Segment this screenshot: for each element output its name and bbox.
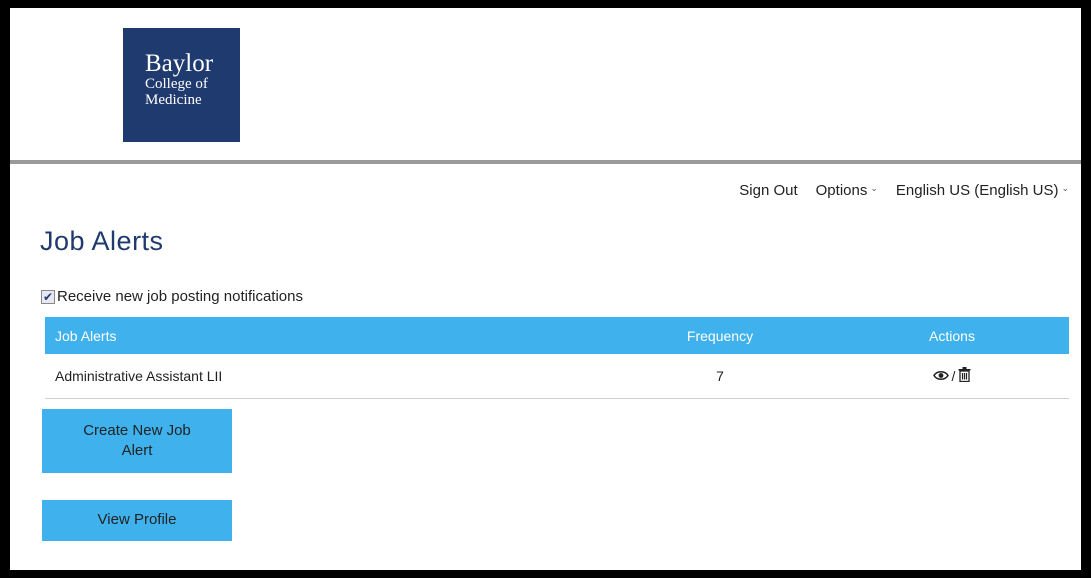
notifications-option[interactable]: ✔ Receive new job posting notifications — [41, 288, 303, 305]
create-job-alert-button[interactable]: Create New Job Alert — [42, 409, 232, 473]
logo-line-3: Medicine — [145, 92, 202, 108]
trash-icon[interactable] — [958, 367, 971, 385]
column-header-frequency: Frequency — [686, 327, 754, 344]
page-title: Job Alerts — [40, 226, 164, 256]
header-divider — [10, 160, 1081, 164]
options-menu[interactable]: Options ⌄ — [816, 182, 878, 199]
column-header-actions: Actions — [929, 327, 975, 344]
column-header-job-alerts: Job Alerts — [55, 327, 117, 344]
page-frame: Baylor College of Medicine Sign Out Opti… — [10, 8, 1081, 570]
baylor-logo[interactable]: Baylor College of Medicine — [123, 28, 240, 142]
chevron-down-icon: ⌄ — [1061, 183, 1069, 193]
view-profile-button[interactable]: View Profile — [42, 500, 232, 541]
notifications-label: Receive new job posting notifications — [57, 288, 303, 305]
chevron-down-icon: ⌄ — [870, 183, 878, 193]
view-icon[interactable] — [932, 368, 949, 384]
notifications-checkbox[interactable]: ✔ — [41, 289, 55, 304]
options-label: Options — [815, 182, 868, 199]
alert-name: Administrative Assistant LII — [55, 368, 223, 384]
alert-actions: / — [835, 367, 1069, 385]
language-menu[interactable]: English US (English US) ⌄ — [896, 182, 1069, 199]
site-header: Baylor College of Medicine — [10, 8, 1081, 160]
logo-line-2: College of — [145, 76, 208, 92]
table-header: Job Alerts Frequency Actions — [45, 317, 1069, 354]
job-alerts-table: Job Alerts Frequency Actions Administrat… — [45, 317, 1069, 399]
language-label: English US (English US) — [895, 182, 1059, 199]
logo-line-1: Baylor — [145, 50, 214, 77]
alert-frequency: 7 — [716, 368, 724, 384]
table-row: Administrative Assistant LII 7 / — [45, 354, 1069, 399]
action-separator: / — [951, 368, 956, 384]
top-nav: Sign Out Options ⌄ English US (English US… — [739, 182, 1069, 199]
sign-out-link[interactable]: Sign Out — [739, 182, 797, 199]
